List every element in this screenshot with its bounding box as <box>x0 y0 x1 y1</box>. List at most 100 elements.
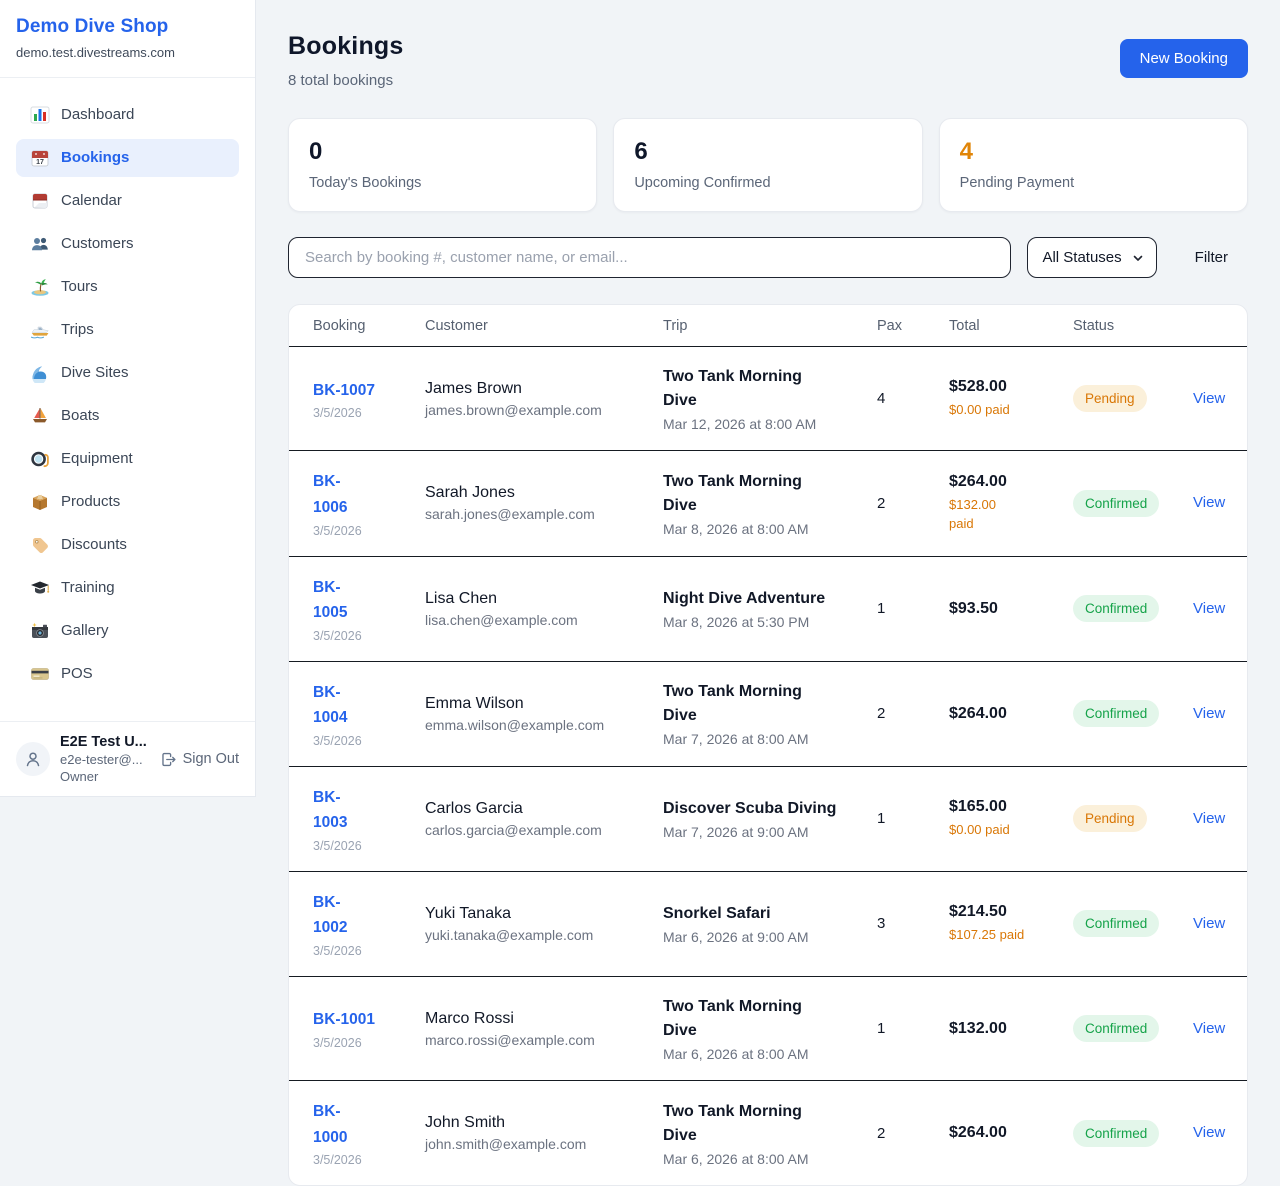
sidebar-item-label: Dive Sites <box>61 363 129 383</box>
actions-cell: View <box>1193 494 1225 512</box>
trip-datetime: Mar 8, 2026 at 8:00 AM <box>663 521 877 537</box>
bookings-icon: 17 <box>30 148 50 168</box>
view-link[interactable]: View <box>1193 915 1225 932</box>
trip-datetime: Mar 8, 2026 at 5:30 PM <box>663 614 877 630</box>
dashboard-icon <box>30 105 50 125</box>
actions-cell: View <box>1193 1124 1225 1142</box>
page-header: Bookings 8 total bookings New Booking <box>288 30 1248 89</box>
total-cell: $93.50 <box>949 600 1073 618</box>
new-booking-button[interactable]: New Booking <box>1120 39 1248 78</box>
filter-button[interactable]: Filter <box>1189 248 1234 267</box>
total-amount: $264.00 <box>949 705 1073 723</box>
sidebar-item-calendar[interactable]: Calendar <box>16 182 239 220</box>
actions-cell: View <box>1193 600 1225 618</box>
table-row: BK-1001 3/5/2026 Marco Rossi marco.rossi… <box>289 977 1247 1081</box>
sidebar-item-tours[interactable]: Tours <box>16 268 239 306</box>
total-cell: $165.00 $0.00 paid <box>949 798 1073 840</box>
trips-icon <box>30 320 50 340</box>
customer-cell: Emma Wilson emma.wilson@example.com <box>425 695 663 733</box>
booking-cell: BK-1005 3/5/2026 <box>313 575 425 643</box>
booking-number-link[interactable]: BK-1001 <box>313 1007 425 1033</box>
view-link[interactable]: View <box>1193 1124 1225 1141</box>
booking-date: 3/5/2026 <box>313 944 425 958</box>
sidebar-item-training[interactable]: Training <box>16 569 239 607</box>
booking-number-link[interactable]: BK-1007 <box>313 378 425 404</box>
view-link[interactable]: View <box>1193 1020 1225 1037</box>
sidebar-item-dive-sites[interactable]: Dive Sites <box>16 354 239 392</box>
stat-value: 4 <box>960 139 1227 165</box>
sidebar-item-label: POS <box>61 664 93 684</box>
filter-row: All Statuses Filter <box>288 237 1248 278</box>
booking-cell: BK-1001 3/5/2026 <box>313 1007 425 1050</box>
booking-cell: BK-1003 3/5/2026 <box>313 785 425 853</box>
pax-count: 1 <box>877 810 949 827</box>
table-header: Booking Customer Trip Pax Total Status <box>289 305 1247 347</box>
booking-number-link[interactable]: BK-1003 <box>313 785 425 836</box>
total-cell: $528.00 $0.00 paid <box>949 378 1073 420</box>
sidebar-item-bookings[interactable]: 17 Bookings <box>16 139 239 177</box>
sidebar-item-products[interactable]: Products <box>16 483 239 521</box>
view-link[interactable]: View <box>1193 390 1225 407</box>
view-link[interactable]: View <box>1193 705 1225 722</box>
user-name: E2E Test U... <box>60 734 150 750</box>
view-link[interactable]: View <box>1193 494 1225 511</box>
total-amount: $264.00 <box>949 473 1073 491</box>
stat-label: Today's Bookings <box>309 175 576 191</box>
status-cell: Pending <box>1073 385 1193 412</box>
customer-email: john.smith@example.com <box>425 1136 663 1152</box>
sidebar-item-equipment[interactable]: Equipment <box>16 440 239 478</box>
sidebar-item-trips[interactable]: Trips <box>16 311 239 349</box>
sign-out-button[interactable]: Sign Out <box>160 751 239 768</box>
sidebar-item-discounts[interactable]: Discounts <box>16 526 239 564</box>
booking-number-link[interactable]: BK-1002 <box>313 890 425 941</box>
user-role: Owner <box>60 769 150 784</box>
trip-cell: Snorkel Safari Mar 6, 2026 at 9:00 AM <box>663 902 877 945</box>
customer-email: james.brown@example.com <box>425 402 663 418</box>
sidebar: Demo Dive Shop demo.test.divestreams.com… <box>0 0 256 797</box>
sidebar-item-gallery[interactable]: Gallery <box>16 612 239 650</box>
trip-cell: Two Tank Morning Dive Mar 7, 2026 at 8:0… <box>663 680 877 747</box>
training-icon <box>30 578 50 598</box>
customer-cell: John Smith john.smith@example.com <box>425 1114 663 1152</box>
sidebar-item-pos[interactable]: POS <box>16 655 239 693</box>
equipment-icon <box>30 449 50 469</box>
trip-cell: Two Tank Morning Dive Mar 12, 2026 at 8:… <box>663 365 877 432</box>
status-cell: Confirmed <box>1073 595 1193 622</box>
customers-icon <box>30 234 50 254</box>
sign-out-label: Sign Out <box>183 751 239 767</box>
user-info: E2E Test U... e2e-tester@... Owner <box>60 734 150 784</box>
sidebar-item-customers[interactable]: Customers <box>16 225 239 263</box>
trip-datetime: Mar 6, 2026 at 8:00 AM <box>663 1046 877 1062</box>
table-row: BK-1000 3/5/2026 John Smith john.smith@e… <box>289 1081 1247 1185</box>
view-link[interactable]: View <box>1193 600 1225 617</box>
booking-number-link[interactable]: BK-1005 <box>313 575 425 626</box>
booking-number-link[interactable]: BK-1004 <box>313 680 425 731</box>
sidebar-item-dashboard[interactable]: Dashboard <box>16 96 239 134</box>
status-filter-select[interactable]: All Statuses <box>1027 237 1156 278</box>
booking-number-link[interactable]: BK-1000 <box>313 1099 425 1150</box>
sidebar-item-label: Gallery <box>61 621 109 641</box>
pax-count: 1 <box>877 600 949 617</box>
booking-number-link[interactable]: BK-1006 <box>313 469 425 520</box>
actions-cell: View <box>1193 915 1225 933</box>
pos-icon <box>30 664 50 684</box>
customer-email: carlos.garcia@example.com <box>425 822 663 838</box>
view-link[interactable]: View <box>1193 810 1225 827</box>
total-amount: $264.00 <box>949 1124 1073 1142</box>
booking-cell: BK-1004 3/5/2026 <box>313 680 425 748</box>
chevron-down-icon <box>1132 252 1144 264</box>
booking-date: 3/5/2026 <box>313 629 425 643</box>
pax-count: 2 <box>877 705 949 722</box>
customer-name: Carlos Garcia <box>425 800 663 818</box>
actions-cell: View <box>1193 1020 1225 1038</box>
sidebar-item-label: Products <box>61 492 120 512</box>
amount-paid: $0.00 paid <box>949 820 1073 840</box>
sidebar-item-label: Training <box>61 578 115 598</box>
search-input[interactable] <box>288 237 1011 278</box>
status-cell: Confirmed <box>1073 910 1193 937</box>
trip-name: Two Tank Morning Dive <box>663 680 839 728</box>
status-cell: Confirmed <box>1073 700 1193 727</box>
sidebar-item-boats[interactable]: Boats <box>16 397 239 435</box>
stat-value: 0 <box>309 139 576 165</box>
trip-name: Two Tank Morning Dive <box>663 995 839 1043</box>
